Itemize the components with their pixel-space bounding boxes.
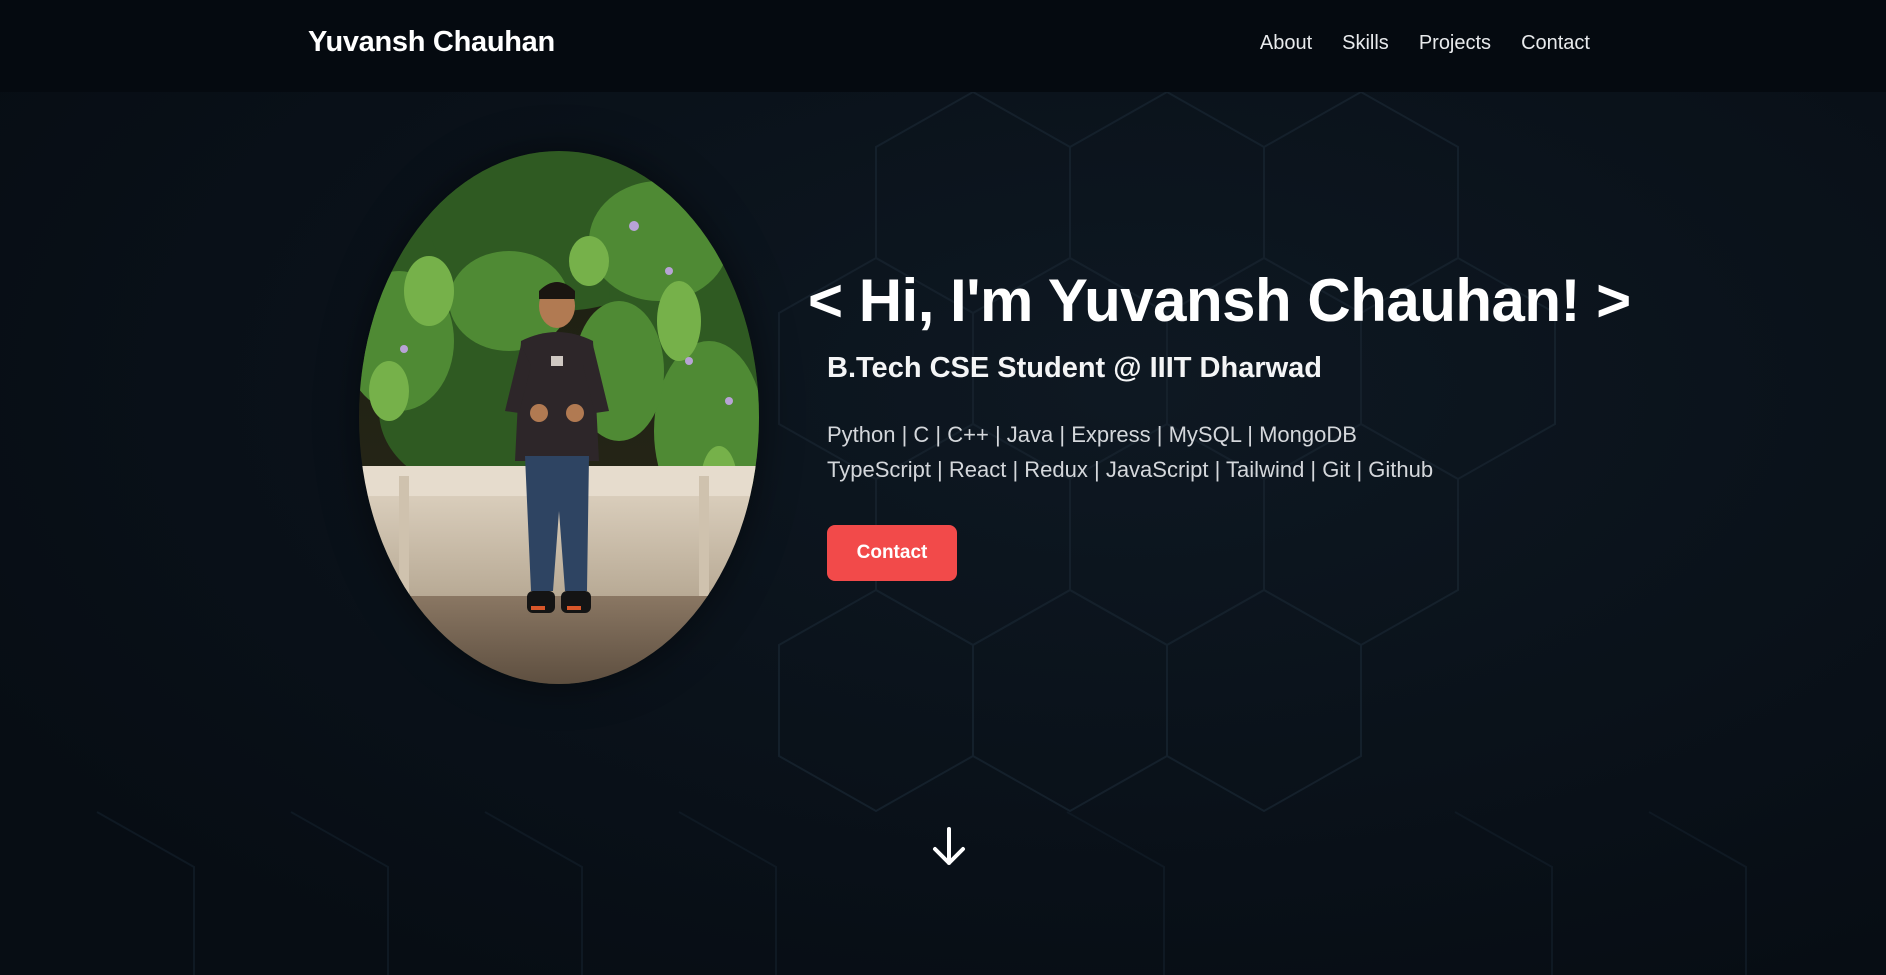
hero-title: < Hi, I'm Yuvansh Chauhan! > (808, 267, 1631, 334)
profile-photo (359, 151, 759, 684)
hero-subtitle: B.Tech CSE Student @ IIIT Dharwad (827, 352, 1323, 384)
navbar: Yuvansh Chauhan About Skills Projects Co… (0, 0, 1886, 92)
scroll-down-button[interactable] (931, 827, 967, 867)
nav-links: About Skills Projects Contact (1260, 32, 1590, 55)
brand-logo-text[interactable]: Yuvansh Chauhan (308, 26, 555, 59)
nav-link-projects[interactable]: Projects (1419, 32, 1491, 55)
contact-button[interactable]: Contact (827, 525, 957, 581)
nav-link-about[interactable]: About (1260, 32, 1312, 55)
skills-line-1: Python | C | C++ | Java | Express | MySQ… (827, 422, 1357, 447)
arrow-down-icon (933, 827, 965, 865)
nav-link-contact[interactable]: Contact (1521, 32, 1590, 55)
nav-link-skills[interactable]: Skills (1342, 32, 1389, 55)
skills-line-2: TypeScript | React | Redux | JavaScript … (827, 457, 1434, 482)
